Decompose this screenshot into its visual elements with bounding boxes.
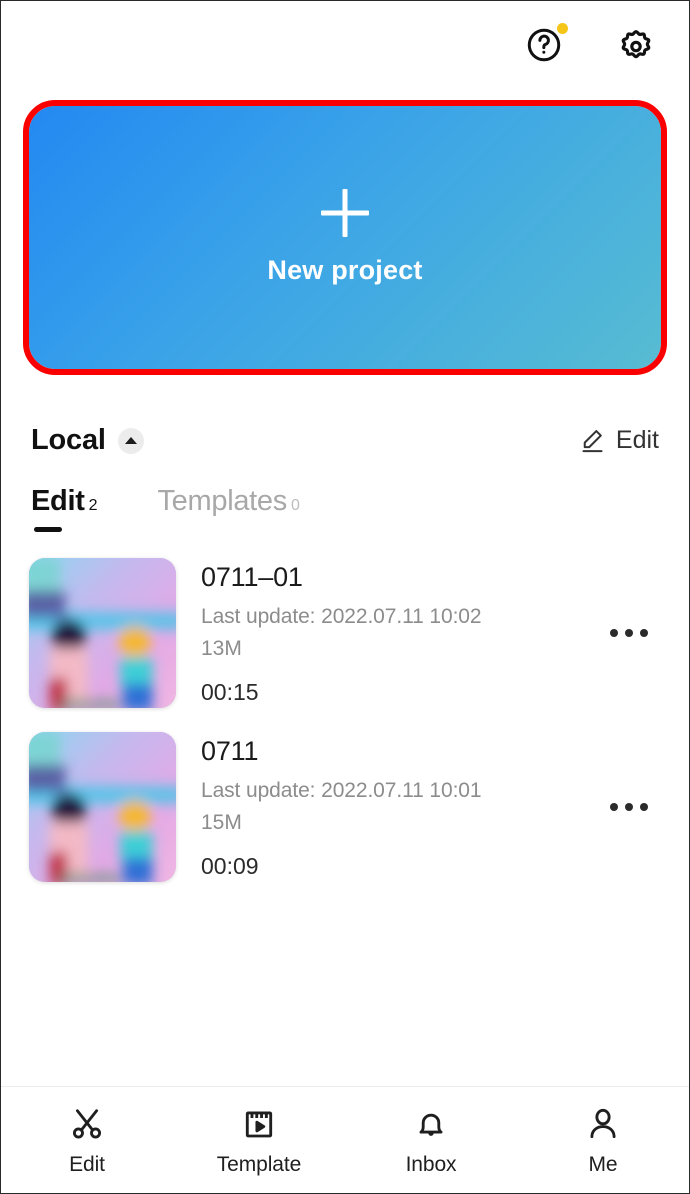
tab-templates[interactable]: Templates 0	[157, 485, 299, 532]
edit-projects-button[interactable]: Edit	[579, 426, 659, 455]
project-list: 0711–01 Last update: 2022.07.11 10:02 13…	[1, 532, 689, 1086]
project-more-button[interactable]	[599, 558, 659, 708]
project-info: 0711 Last update: 2022.07.11 10:01 15M 0…	[176, 732, 599, 880]
tab-edit[interactable]: Edit 2	[31, 485, 97, 532]
thumbnail-image	[29, 558, 176, 708]
nav-item-edit[interactable]: Edit	[1, 1104, 173, 1177]
nav-label-me: Me	[588, 1152, 618, 1176]
plus-icon	[321, 189, 369, 237]
bottom-navigation: Edit Template Inbox Me	[1, 1086, 689, 1193]
edit-action-label: Edit	[615, 426, 659, 454]
project-last-update: Last update: 2022.07.11 10:01	[201, 779, 482, 802]
nav-item-inbox[interactable]: Inbox	[345, 1104, 517, 1177]
tab-edit-label: Edit	[31, 485, 85, 517]
project-thumbnail	[29, 732, 176, 882]
nav-label-inbox: Inbox	[405, 1152, 457, 1176]
collapse-toggle-button[interactable]	[117, 427, 144, 454]
project-duration: 00:09	[201, 853, 259, 879]
project-duration: 00:15	[201, 679, 259, 705]
app-screen: New project Local Edit Edit 2 Templates …	[0, 0, 690, 1194]
bell-icon	[413, 1104, 449, 1144]
nav-label-template: Template	[216, 1152, 302, 1176]
nav-item-me[interactable]: Me	[517, 1104, 689, 1177]
tab-templates-count: 0	[290, 497, 300, 514]
more-horizontal-icon	[610, 629, 648, 637]
header-actions	[521, 22, 659, 68]
project-row[interactable]: 0711–01 Last update: 2022.07.11 10:02 13…	[1, 546, 689, 720]
project-size: 15M	[201, 811, 242, 834]
caret-up-icon	[124, 437, 137, 444]
top-header	[1, 1, 689, 89]
project-title: 0711	[201, 736, 259, 766]
thumbnail-image	[29, 732, 176, 882]
person-icon	[585, 1104, 621, 1144]
local-toggle[interactable]: Local	[31, 424, 144, 457]
scissors-icon	[69, 1104, 105, 1144]
nav-label-edit: Edit	[69, 1152, 105, 1176]
new-project-section: New project	[1, 89, 689, 375]
clapperboard-play-icon	[241, 1104, 277, 1144]
more-horizontal-icon	[610, 803, 648, 811]
help-button[interactable]	[521, 22, 568, 68]
project-row[interactable]: 0711 Last update: 2022.07.11 10:01 15M 0…	[1, 720, 689, 894]
new-project-button[interactable]: New project	[23, 100, 667, 375]
project-more-button[interactable]	[599, 732, 659, 882]
project-size: 13M	[201, 637, 242, 660]
new-project-label: New project	[267, 255, 423, 285]
pencil-icon	[582, 430, 603, 453]
notification-dot	[557, 23, 568, 34]
project-tabs: Edit 2 Templates 0	[1, 485, 689, 532]
project-info: 0711–01 Last update: 2022.07.11 10:02 13…	[176, 558, 599, 706]
project-thumbnail	[29, 558, 176, 708]
nav-item-template[interactable]: Template	[173, 1104, 345, 1177]
local-title: Local	[31, 424, 106, 456]
gear-icon	[621, 30, 651, 59]
local-section-header: Local Edit	[1, 424, 689, 457]
tab-templates-label: Templates	[157, 485, 287, 517]
settings-button[interactable]	[613, 22, 659, 68]
project-title: 0711–01	[201, 562, 303, 592]
tab-edit-count: 2	[88, 497, 98, 514]
project-last-update: Last update: 2022.07.11 10:02	[201, 605, 482, 628]
